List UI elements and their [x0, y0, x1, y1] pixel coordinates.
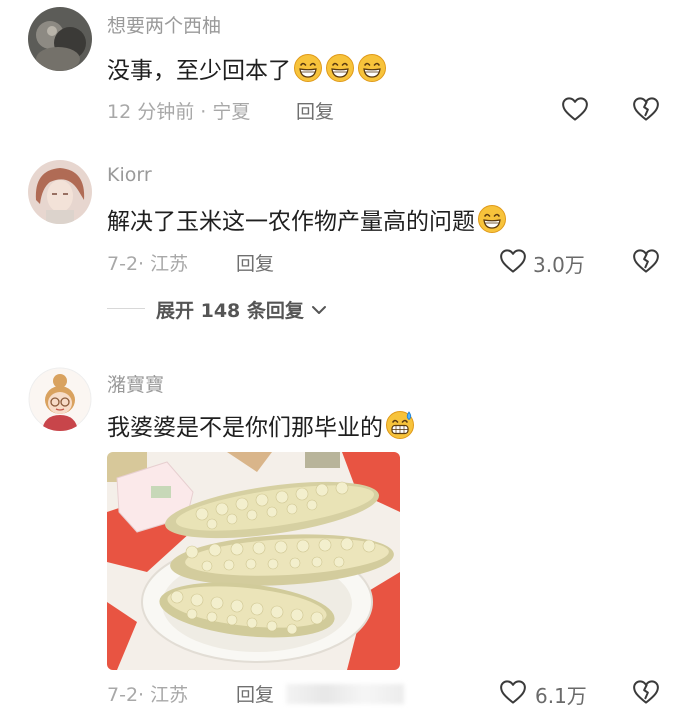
avatar[interactable]: [28, 160, 92, 224]
location: 宁夏: [212, 101, 251, 123]
location: 江苏: [150, 684, 189, 706]
comment-meta: 12 分钟前 · 宁夏: [107, 101, 251, 123]
like-count: 3.0万: [533, 253, 585, 277]
username[interactable]: Kiorr: [107, 164, 152, 186]
username[interactable]: 潴寶寶: [107, 370, 164, 397]
comment-text: 我婆婆是不是你们那毕业的: [107, 408, 415, 442]
chevron-down-icon: [311, 306, 326, 314]
grin-emoji: [293, 53, 323, 83]
reply-button[interactable]: 回复: [296, 97, 334, 124]
like-count: 6.1万: [535, 684, 587, 708]
location: 江苏: [150, 253, 189, 275]
divider: [107, 308, 145, 309]
heart-outline-icon[interactable]: [498, 246, 528, 276]
comment-meta: 7-2· 江苏: [107, 253, 189, 275]
expand-replies-button[interactable]: 展开 148 条回复: [156, 296, 327, 323]
reply-button[interactable]: 回复: [236, 680, 274, 707]
sweat-grin-emoji: [385, 410, 415, 440]
username[interactable]: 想要两个西柚: [107, 11, 221, 38]
heart-outline-icon[interactable]: [560, 94, 590, 124]
broken-heart-icon[interactable]: [631, 246, 661, 276]
grin-emoji: [357, 53, 387, 83]
comment-meta: 7-2· 江苏: [107, 684, 189, 706]
grin-emoji: [325, 53, 355, 83]
comment-text: 没事，至少回本了: [107, 51, 387, 85]
timestamp: 7-2: [107, 684, 139, 706]
broken-heart-icon[interactable]: [631, 94, 661, 124]
comment-text: 解决了玉米这一农作物产量高的问题: [107, 202, 507, 236]
corn-photo: [107, 452, 400, 670]
heart-outline-icon[interactable]: [498, 677, 528, 707]
avatar[interactable]: [28, 7, 92, 71]
grin-emoji: [477, 204, 507, 234]
blurred-watermark: [286, 684, 404, 704]
comment-image[interactable]: [107, 452, 400, 670]
reply-button[interactable]: 回复: [236, 249, 274, 276]
timestamp: 12 分钟前: [107, 101, 195, 123]
timestamp: 7-2: [107, 253, 139, 275]
broken-heart-icon[interactable]: [631, 677, 661, 707]
avatar[interactable]: [28, 367, 92, 431]
